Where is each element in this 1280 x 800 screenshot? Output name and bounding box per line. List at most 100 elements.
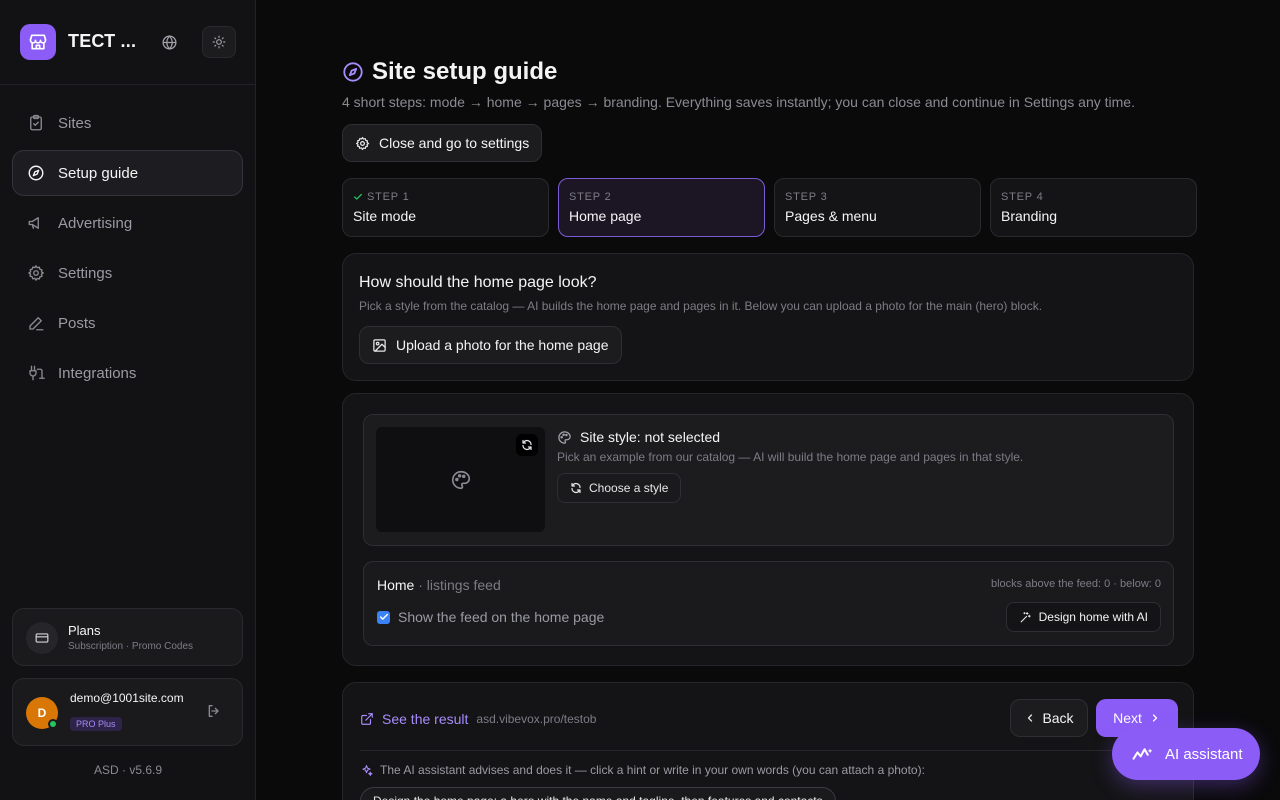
plans-subtitle: Subscription · Promo Codes (68, 641, 194, 652)
clipboard-check-icon (30, 114, 42, 131)
gear-icon (28, 265, 44, 281)
blocks-info: blocks above the feed: 0 · below: 0 (991, 578, 1161, 590)
sidebar-item-posts[interactable]: Posts (12, 300, 243, 346)
choose-style-button[interactable]: Choose a style (557, 473, 682, 503)
plans-card[interactable]: Plans Subscription · Promo Codes (12, 608, 243, 666)
credit-card-icon (26, 622, 58, 654)
refresh-style-icon[interactable] (516, 434, 538, 456)
sidebar-header: ТЕСТ ... (0, 0, 255, 85)
chevron-left-icon (1028, 714, 1033, 722)
home-kind: · listings feed (414, 577, 501, 593)
show-feed-checkbox[interactable] (377, 610, 390, 624)
plan-badge: PRO Plus (70, 717, 122, 731)
design-home-label: Design home with AI (1038, 610, 1148, 624)
gear-icon (355, 136, 370, 150)
ai-hint: The AI assistant advises and does it — c… (360, 763, 925, 777)
home-title: Home · listings feed (377, 577, 501, 593)
sidebar-item-advertising[interactable]: Advertising (12, 200, 243, 246)
sidebar-nav: Sites Setup guide Advertising Settings P… (12, 100, 243, 400)
step-pages-menu[interactable]: STEP 3 Pages & menu (774, 178, 981, 237)
logout-icon[interactable] (206, 703, 224, 721)
magic-wand-icon (1020, 611, 1031, 622)
sun-icon (212, 35, 226, 49)
show-feed-checkbox-row[interactable]: Show the feed on the home page (377, 609, 604, 625)
see-result-link[interactable]: See the result asd.vibevox.pro/testob (360, 711, 596, 727)
footer-card: See the result asd.vibevox.pro/testob Ba… (342, 682, 1194, 800)
sidebar-item-sites[interactable]: Sites (12, 100, 243, 146)
refresh-icon (571, 482, 581, 494)
page-subtitle: 4 short steps: mode → home → pages → bra… (342, 94, 1135, 110)
step-name: Pages & menu (785, 208, 877, 224)
chevron-right-icon (1152, 714, 1158, 722)
store-logo-icon[interactable] (20, 24, 56, 60)
see-result-label: See the result (382, 711, 469, 727)
choose-style-label: Choose a style (589, 481, 669, 495)
ai-assistant-button[interactable]: AI assistant (1112, 728, 1260, 780)
step-number: STEP 1 (353, 191, 538, 203)
style-status: Site style: not selected (557, 429, 720, 445)
home-look-card: How should the home page look? Pick a st… (342, 253, 1194, 381)
step-site-mode[interactable]: STEP 1 Site mode (342, 178, 549, 237)
palette-icon (451, 470, 470, 489)
compass-icon (343, 62, 363, 82)
back-button[interactable]: Back (1010, 699, 1088, 737)
step-number: STEP 3 (785, 191, 828, 203)
sidebar-item-label: Posts (58, 314, 96, 332)
step-name: Home page (569, 208, 642, 224)
plans-title: Plans (68, 623, 101, 638)
site-style-panel: Site style: not selected Pick an example… (363, 414, 1174, 546)
step-branding[interactable]: STEP 4 Branding (990, 178, 1197, 237)
step-number: STEP 2 (569, 191, 612, 203)
upload-photo-button[interactable]: Upload a photo for the home page (359, 326, 622, 364)
section-title: How should the home page look? (359, 274, 597, 291)
step-label: STEP 1 (367, 191, 410, 203)
page-header: Site setup guide (342, 58, 557, 86)
step-name: Site mode (353, 208, 417, 224)
show-feed-label: Show the feed on the home page (398, 609, 605, 625)
plug-icon (29, 365, 45, 381)
style-title: Site style: not selected (580, 429, 721, 445)
step-number: STEP 4 (1001, 191, 1044, 203)
sidebar: ТЕСТ ... Sites Setup guide Advertising S… (0, 0, 256, 800)
compass-icon (28, 165, 44, 181)
ai-suggestion-chip[interactable]: Design the home page: a hero with the na… (360, 787, 836, 800)
sparkles-icon (362, 764, 373, 776)
online-status-dot (48, 719, 58, 729)
app-version: ASD · v5.6.9 (93, 763, 163, 777)
sidebar-item-label: Integrations (58, 364, 137, 382)
sidebar-item-label: Settings (58, 264, 113, 282)
sidebar-item-label: Sites (58, 114, 92, 132)
step-home-page[interactable]: STEP 2 Home page (558, 178, 765, 237)
user-card: D demo@1001site.com PRO Plus (12, 678, 243, 746)
style-card: Site style: not selected Pick an example… (342, 393, 1194, 666)
globe-icon[interactable] (154, 27, 184, 57)
design-home-with-ai-button[interactable]: Design home with AI (1005, 602, 1161, 632)
home-feed-panel: Home · listings feed blocks above the fe… (363, 561, 1174, 646)
sidebar-item-settings[interactable]: Settings (12, 250, 243, 296)
check-icon (379, 613, 388, 620)
sidebar-item-label: Setup guide (58, 164, 139, 182)
close-button-label: Close and go to settings (379, 135, 530, 151)
sidebar-item-integrations[interactable]: Integrations (12, 350, 243, 396)
user-email: demo@1001site.com (70, 691, 184, 705)
ai-assistant-label: AI assistant (1165, 745, 1243, 763)
divider (360, 750, 1176, 751)
image-icon (373, 338, 386, 352)
ai-hint-text: The AI assistant advises and does it — c… (380, 763, 925, 777)
style-subtitle: Pick an example from our catalog — AI wi… (557, 450, 1024, 464)
ai-assistant-icon (1132, 748, 1153, 760)
pencil-icon (29, 317, 44, 331)
palette-icon (558, 430, 571, 444)
next-label: Next (1113, 710, 1142, 726)
theme-toggle-button[interactable] (202, 26, 236, 58)
site-url: asd.vibevox.pro/testob (476, 712, 597, 726)
section-subtitle: Pick a style from the catalog — AI build… (359, 299, 1043, 313)
style-preview[interactable] (376, 427, 545, 532)
home-label: Home (377, 577, 415, 593)
upload-button-label: Upload a photo for the home page (396, 337, 609, 353)
sidebar-item-setup-guide[interactable]: Setup guide (12, 150, 243, 196)
close-and-go-to-settings-button[interactable]: Close and go to settings (342, 124, 543, 162)
back-label: Back (1042, 710, 1074, 726)
site-name[interactable]: ТЕСТ ... (68, 31, 136, 52)
megaphone-icon (28, 217, 39, 229)
